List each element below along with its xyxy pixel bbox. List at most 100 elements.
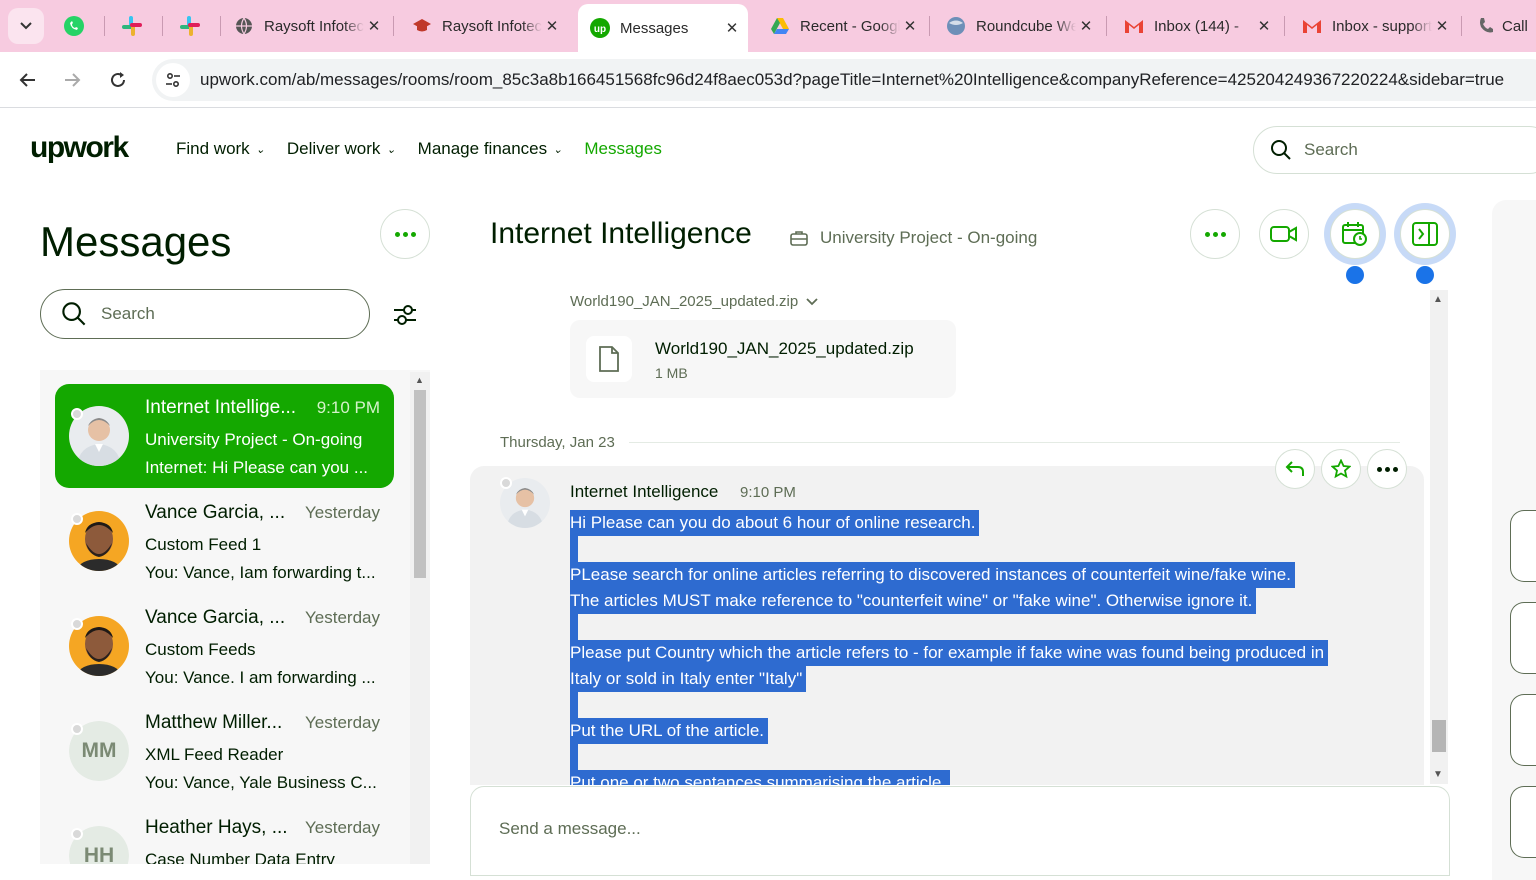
tab-raysoft-1[interactable]: Raysoft Infotec ✕: [222, 6, 390, 46]
room-search-input[interactable]: [101, 304, 331, 324]
svg-text:up: up: [594, 24, 606, 35]
tab-search-button[interactable]: [8, 8, 44, 44]
close-icon[interactable]: ✕: [1432, 17, 1452, 35]
notification-dot: [1416, 266, 1434, 284]
header-search[interactable]: Search: [1253, 126, 1536, 174]
details-panel-button[interactable]: [1510, 602, 1536, 674]
room-item[interactable]: Internet Intellige... 9:10 PM University…: [55, 384, 394, 488]
tab-label: Messages: [620, 19, 689, 37]
gmail-icon: [1125, 20, 1143, 33]
tab-call[interactable]: Call: [1466, 6, 1536, 46]
file-attachment[interactable]: World190_JAN_2025_updated.zip 1 MB: [570, 320, 956, 398]
browser-tab-bar: Raysoft Infotec ✕ Raysoft Infotec ✕ up M…: [0, 0, 1536, 52]
arrow-left-icon: [19, 73, 35, 87]
close-icon[interactable]: ✕: [542, 17, 562, 35]
message-line: Please put Country which the article ref…: [570, 640, 1329, 666]
tab-messages[interactable]: up Messages ✕: [578, 4, 748, 52]
scroll-up-icon[interactable]: ▲: [415, 375, 424, 385]
tab-label: Call: [1502, 17, 1528, 35]
tab-google-drive[interactable]: Recent - Google ✕: [758, 6, 926, 46]
more-icon: [1204, 231, 1226, 237]
tab-label: Inbox - support: [1332, 17, 1432, 35]
calendar-clock-icon: [1342, 222, 1367, 246]
thread-scrollbar[interactable]: ▲ ▼: [1430, 290, 1448, 784]
tab-gmail-1[interactable]: Inbox (144) - ✕: [1112, 6, 1280, 46]
details-panel-button[interactable]: [1510, 786, 1536, 858]
room-item[interactable]: Vance Garcia, ... Yesterday Custom Feeds…: [55, 594, 394, 698]
attachment-header[interactable]: World190_JAN_2025_updated.zip: [570, 293, 818, 310]
scroll-down-icon[interactable]: ▼: [1433, 769, 1443, 780]
nav-manage-finances[interactable]: Manage finances ⌄: [418, 139, 563, 159]
room-subtitle: Case Number Data Entry: [145, 850, 335, 864]
close-icon[interactable]: ✕: [900, 17, 920, 35]
url-text: upwork.com/ab/messages/rooms/room_85c3a8…: [200, 70, 1505, 89]
tab-label: Raysoft Infotec: [264, 17, 364, 35]
favorite-button[interactable]: [1321, 449, 1361, 489]
panel-right-icon: [1412, 222, 1438, 246]
room-item[interactable]: Vance Garcia, ... Yesterday Custom Feed …: [55, 489, 394, 593]
room-search[interactable]: [40, 289, 370, 339]
details-panel-button[interactable]: [1510, 510, 1536, 582]
scrollbar-thumb[interactable]: [1432, 720, 1446, 752]
upwork-logo[interactable]: upwork: [30, 131, 129, 165]
tab-gmail-2[interactable]: Inbox - support ✕: [1290, 6, 1458, 46]
back-button[interactable]: [10, 62, 46, 98]
video-call-button[interactable]: [1259, 209, 1309, 259]
graduation-icon: [413, 19, 431, 32]
room-item[interactable]: MM Matthew Miller... Yesterday XML Feed …: [55, 699, 394, 803]
message-line: [570, 692, 578, 718]
tab-roundcube[interactable]: Roundcube Webmail ✕: [934, 6, 1102, 46]
room-item[interactable]: HH Heather Hays, ... Yesterday Case Numb…: [55, 804, 394, 864]
conversation-subtitle: University Project - On-going: [790, 228, 1037, 248]
more-icon: [1376, 466, 1398, 472]
scrollbar-thumb[interactable]: [414, 390, 426, 578]
message-input[interactable]: [499, 819, 1399, 839]
page-title: Messages: [40, 218, 232, 265]
message-line: Put the URL of the article.: [570, 718, 769, 744]
upwork-icon: up: [590, 18, 610, 38]
status-indicator: [71, 513, 83, 525]
tab-slack-1[interactable]: [108, 8, 156, 44]
forward-button[interactable]: [54, 62, 90, 98]
close-icon[interactable]: ✕: [1076, 17, 1096, 35]
reload-button[interactable]: [100, 62, 136, 98]
close-icon[interactable]: ✕: [364, 17, 384, 35]
message-line: [570, 744, 578, 770]
message-line: The articles MUST make reference to "cou…: [570, 588, 1257, 614]
nav-messages[interactable]: Messages: [584, 139, 661, 159]
whatsapp-icon: [64, 16, 84, 36]
message-composer[interactable]: [470, 786, 1450, 876]
message-more-button[interactable]: [1367, 449, 1407, 489]
reply-button[interactable]: [1275, 449, 1315, 489]
tab-label: Inbox (144) -: [1154, 17, 1240, 35]
close-icon[interactable]: ✕: [1254, 17, 1274, 35]
message-actions: [1275, 449, 1407, 489]
nav-find-work[interactable]: Find work ⌄: [176, 139, 265, 159]
roundcube-icon: [947, 17, 965, 35]
gmail-icon: [1303, 20, 1321, 33]
room-list-scrollbar[interactable]: ▲: [410, 372, 430, 864]
address-bar[interactable]: upwork.com/ab/messages/rooms/room_85c3a8…: [152, 59, 1536, 101]
tab-slack-2[interactable]: [166, 8, 214, 44]
file-icon: [586, 336, 632, 382]
reload-icon: [111, 72, 125, 87]
toggle-sidebar-button[interactable]: [1400, 209, 1450, 259]
close-icon[interactable]: ✕: [722, 19, 742, 37]
site-info-icon[interactable]: [156, 63, 190, 97]
filter-button[interactable]: [388, 298, 422, 332]
tab-raysoft-2[interactable]: Raysoft Infotec ✕: [400, 6, 568, 46]
chevron-down-icon: [806, 297, 818, 305]
briefcase-icon: [790, 231, 808, 246]
nav-deliver-work[interactable]: Deliver work ⌄: [287, 139, 396, 159]
conversation-more-button[interactable]: [1190, 209, 1240, 259]
schedule-meeting-button[interactable]: [1330, 209, 1380, 259]
search-icon: [62, 302, 86, 326]
details-panel-button[interactable]: [1510, 694, 1536, 766]
tab-whatsapp[interactable]: [50, 8, 98, 44]
room-subtitle: XML Feed Reader: [145, 745, 284, 764]
sidebar-more-button[interactable]: [380, 209, 430, 259]
scroll-up-icon[interactable]: ▲: [1433, 294, 1443, 305]
date-separator: Thursday, Jan 23: [500, 434, 1400, 451]
chevron-down-icon: ⌄: [255, 143, 265, 156]
tab-label: Roundcube Webmail: [976, 17, 1076, 35]
